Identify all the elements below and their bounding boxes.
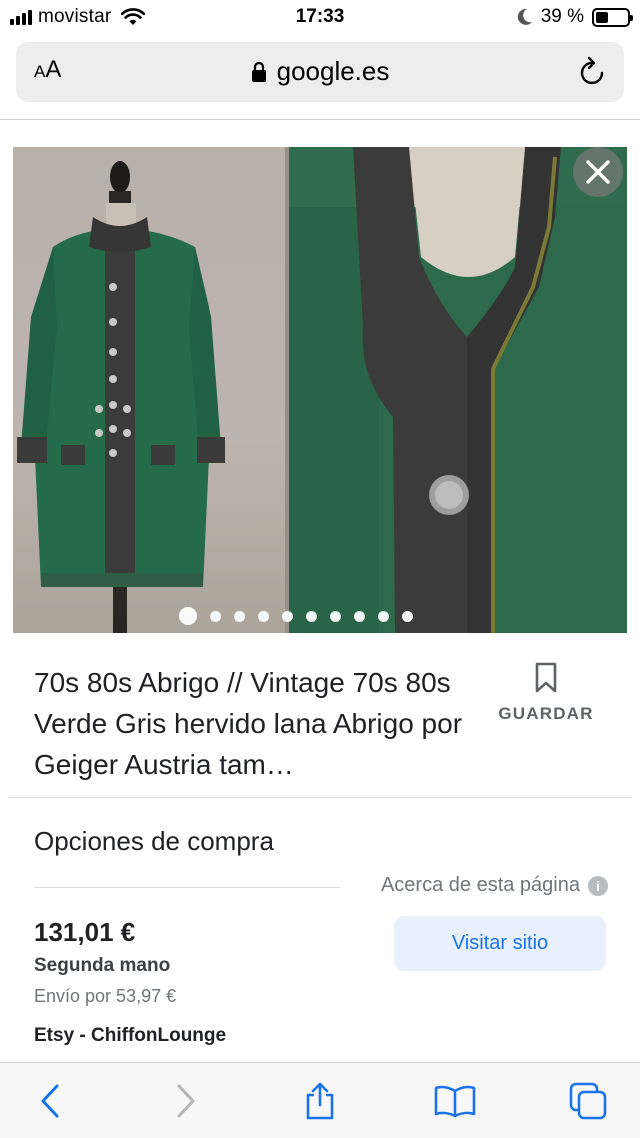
- product-image-full-coat[interactable]: [13, 147, 285, 633]
- collar-illustration: [289, 147, 627, 633]
- reload-icon: [580, 56, 604, 85]
- close-button[interactable]: [573, 147, 623, 197]
- carousel-dot[interactable]: [306, 610, 317, 622]
- save-button[interactable]: GUARDAR: [490, 662, 602, 724]
- lock-icon: [251, 61, 266, 82]
- carousel-dot[interactable]: [234, 610, 245, 622]
- battery-icon: [592, 7, 633, 27]
- bookmarks-button[interactable]: [432, 1081, 478, 1121]
- carousel-dot[interactable]: [402, 610, 413, 622]
- forward-icon: [177, 1084, 195, 1118]
- carousel-page-indicator[interactable]: [179, 607, 413, 625]
- purchase-options-heading: Opciones de compra: [34, 826, 274, 856]
- moon-icon: [517, 8, 532, 25]
- shipping-cost: Envío por 53,97 €: [34, 986, 177, 1006]
- condition: Segunda mano: [34, 955, 171, 976]
- coat-illustration: [17, 161, 225, 633]
- tabs-button[interactable]: [568, 1081, 608, 1121]
- close-icon: [586, 160, 610, 184]
- heading-underline: [34, 887, 340, 888]
- reload-button[interactable]: [578, 56, 608, 93]
- about-this-page-label: Acerca de esta página: [380, 874, 580, 896]
- visit-site-button[interactable]: Visitar sitio: [394, 916, 606, 971]
- price: 131,01 €: [34, 917, 136, 947]
- carousel-dot[interactable]: [378, 610, 389, 622]
- share-icon: [306, 1082, 334, 1120]
- forward-button[interactable]: [166, 1081, 206, 1121]
- url-field[interactable]: google.es: [16, 56, 624, 87]
- bookmarks-icon: [434, 1085, 476, 1118]
- carousel-dot[interactable]: [354, 610, 365, 622]
- url-text: google.es: [276, 56, 390, 86]
- info-icon: i: [588, 875, 608, 896]
- image-carousel[interactable]: [13, 147, 627, 633]
- section-divider: [8, 797, 632, 798]
- browser-toolbar: [0, 1062, 640, 1138]
- status-right: 39 %: [517, 6, 633, 28]
- product-title[interactable]: 70s 80s Abrigo // Vintage 70s 80s Verde …: [34, 662, 474, 785]
- header-divider: [0, 119, 640, 120]
- product-image-collar-detail[interactable]: [289, 147, 627, 633]
- share-button[interactable]: [300, 1081, 340, 1121]
- battery-percent: 39 %: [540, 6, 584, 27]
- back-button[interactable]: [30, 1081, 70, 1121]
- save-label: GUARDAR: [498, 704, 594, 723]
- seller-name[interactable]: Etsy - ChiffonLounge: [34, 1025, 226, 1047]
- carousel-dot[interactable]: [210, 610, 221, 622]
- carousel-dot[interactable]: [179, 607, 197, 625]
- tabs-icon: [569, 1082, 607, 1120]
- carousel-dot[interactable]: [282, 610, 293, 622]
- battery-fill: [596, 11, 608, 23]
- bookmark-icon: [535, 662, 557, 693]
- about-this-page-link[interactable]: Acerca de esta página i: [381, 874, 608, 897]
- carousel-dot[interactable]: [258, 610, 269, 622]
- back-icon: [41, 1084, 59, 1118]
- address-bar[interactable]: AA google.es: [16, 42, 624, 102]
- carousel-dot[interactable]: [330, 610, 341, 622]
- status-bar: movistar 17:33 39 %: [0, 0, 640, 34]
